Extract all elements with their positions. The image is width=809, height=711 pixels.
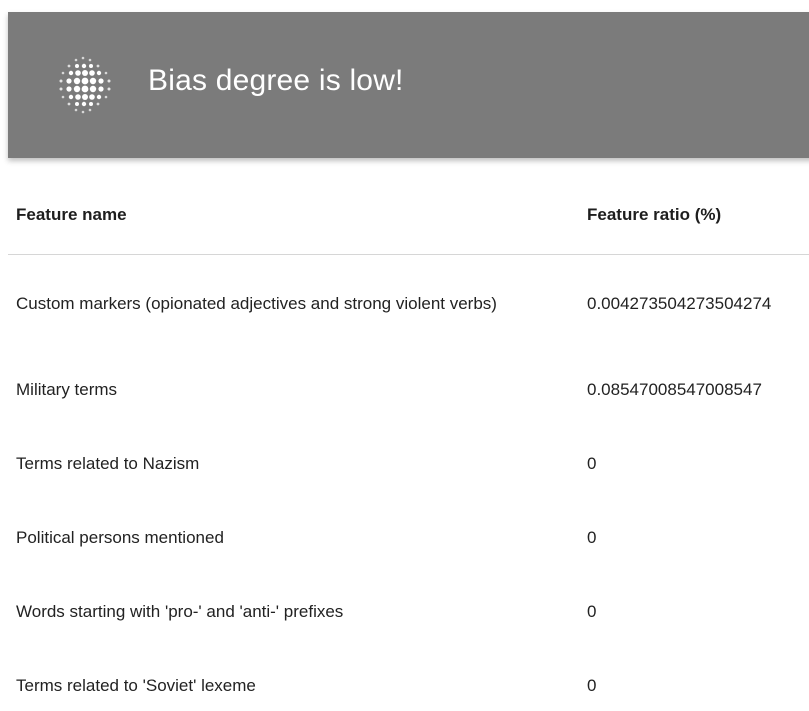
feature-ratio-cell: 0 [587,676,597,695]
column-header-feature-name: Feature name [16,205,127,224]
table-row: Military terms 0.08547008547008547 [8,353,809,427]
table-row: Words starting with 'pro-' and 'anti-' p… [8,575,809,649]
feature-name-cell: Military terms [16,380,118,399]
feature-ratio-cell: 0.004273504273504274 [587,294,772,313]
feature-name-cell: Terms related to Nazism [16,454,200,473]
feature-name-cell: Custom markers (opionated adjectives and… [16,294,497,313]
feature-ratio-cell: 0 [587,528,597,547]
table-row: Political persons mentioned 0 [8,501,809,575]
features-table: Feature name Feature ratio (%) Custom ma… [8,175,809,711]
feature-ratio-cell: 0 [587,602,597,621]
table-row: Custom markers (opionated adjectives and… [8,255,809,353]
table-row: Terms related to 'Soviet' lexeme 0 [8,649,809,711]
table-header-row: Feature name Feature ratio (%) [8,175,809,255]
result-banner: Bias degree is low! [8,12,809,158]
feature-name-cell: Terms related to 'Soviet' lexeme [16,676,256,695]
feature-name-cell: Political persons mentioned [16,528,224,547]
page: Bias degree is low! Feature name Feature… [0,0,809,711]
table-row: Terms related to Nazism 0 [8,427,809,501]
feature-name-cell: Words starting with 'pro-' and 'anti-' p… [16,602,344,621]
feature-ratio-cell: 0.08547008547008547 [587,380,762,399]
column-header-feature-ratio: Feature ratio (%) [587,205,722,224]
banner-title: Bias degree is low! [148,64,404,97]
feature-ratio-cell: 0 [587,454,597,473]
dotted-sphere-icon [59,56,111,114]
